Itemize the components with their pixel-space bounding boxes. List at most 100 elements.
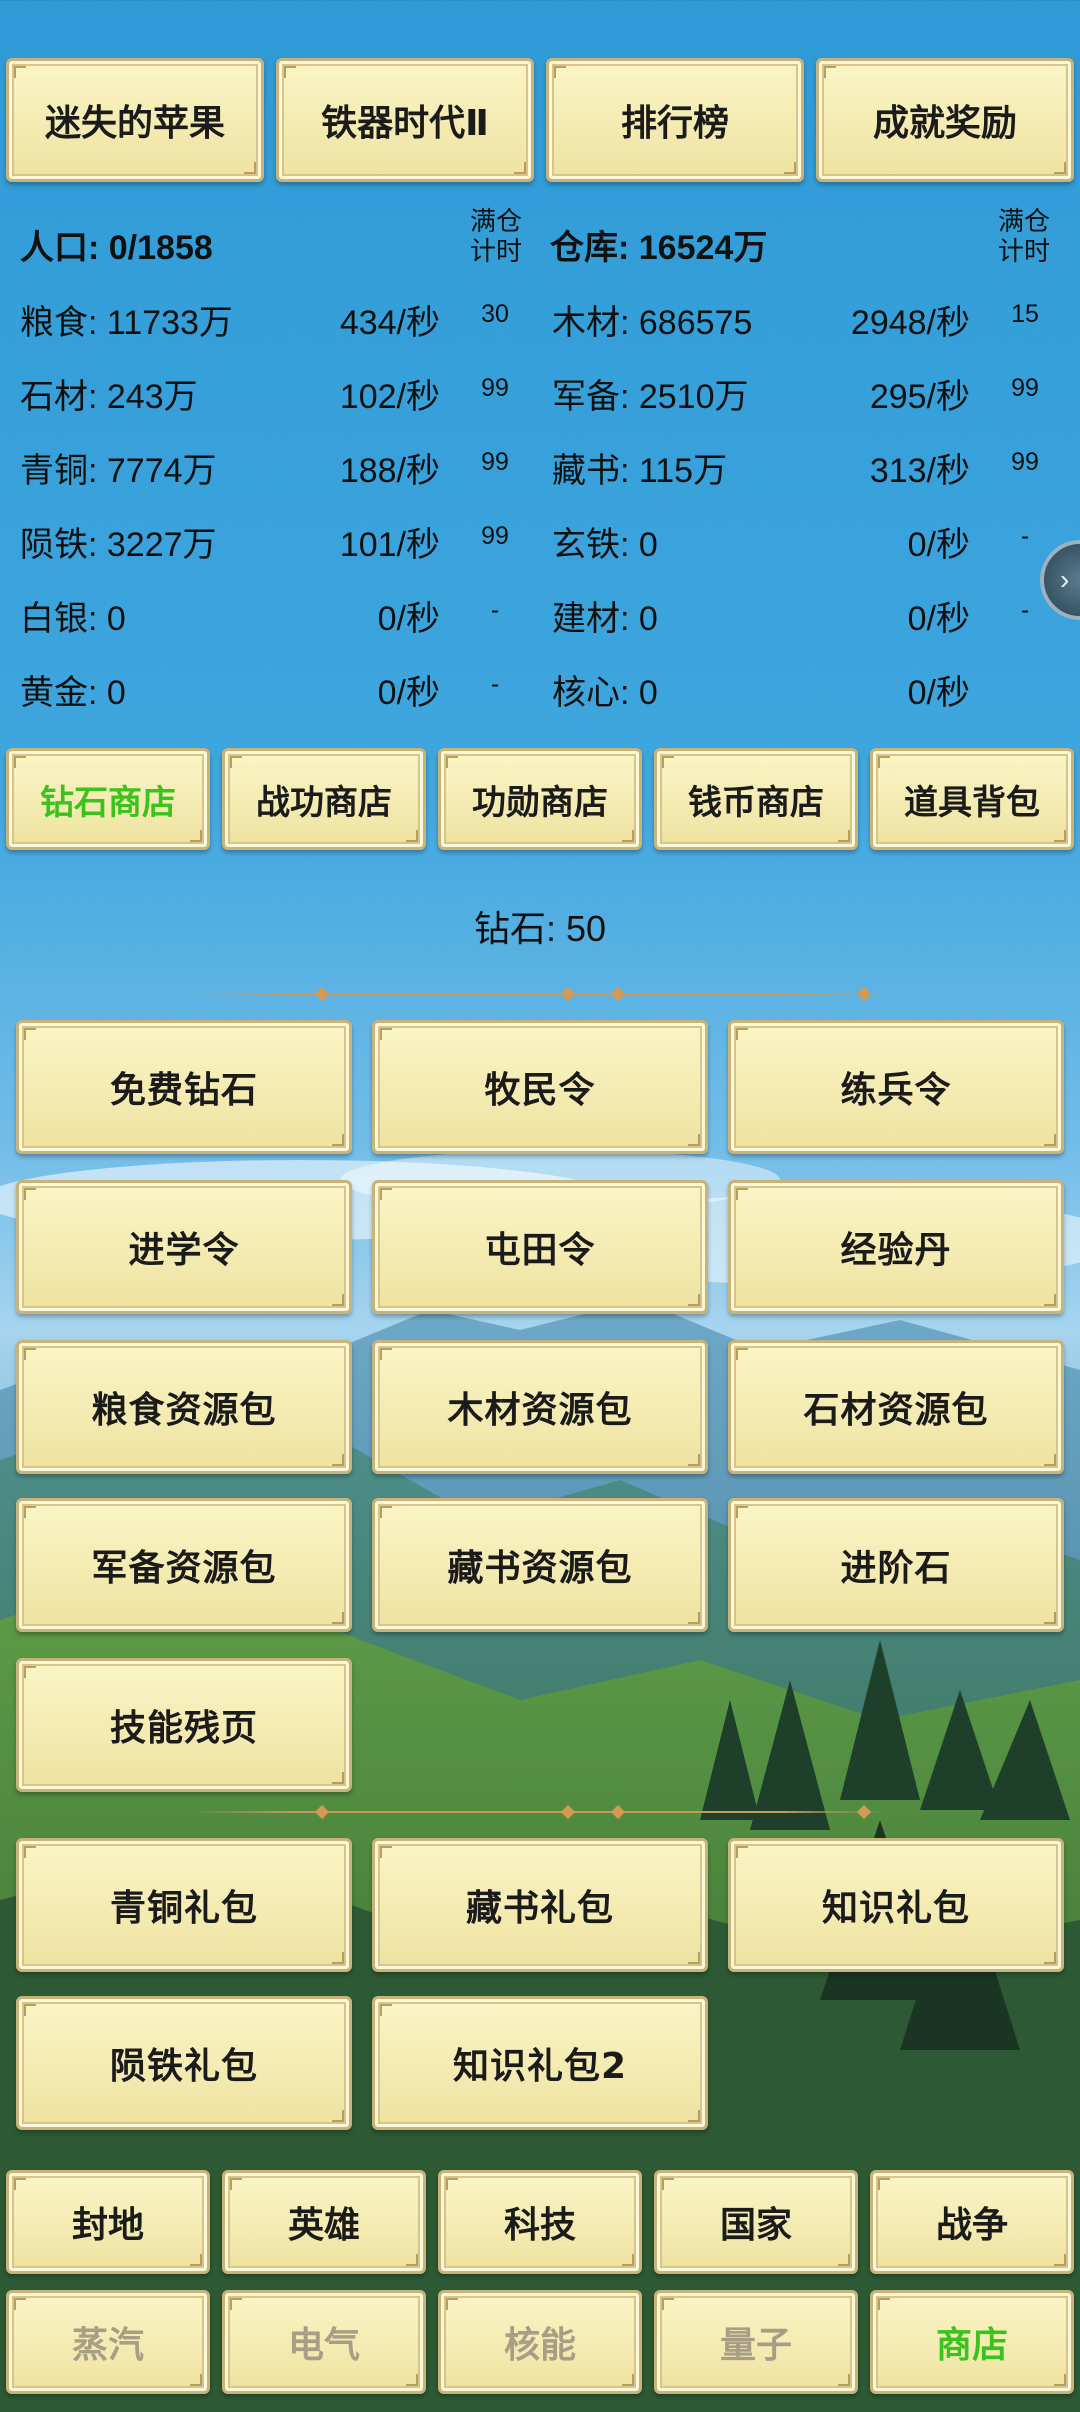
item-label: 粮食资源包 (91, 1390, 277, 1431)
resource-food: 粮食: 11733万 (20, 304, 233, 342)
item-skill-fragment[interactable]: 技能残页 (16, 1658, 352, 1792)
resource-stone-rate: 102/秒 (339, 378, 440, 416)
resource-armament-rate: 295/秒 (869, 378, 970, 416)
divider-ornament (560, 1804, 576, 1820)
resource-stone-timer: 99 (481, 374, 509, 402)
nav-label: 国家 (719, 2205, 792, 2246)
resource-books-timer: 99 (1011, 448, 1039, 476)
nav-label: 封地 (71, 2205, 144, 2246)
resource-dark-iron-rate: 0/秒 (907, 526, 970, 564)
tab-diamond-shop[interactable]: 钻石商店 (6, 748, 210, 850)
tab-diamond-shop-label: 钻石商店 (40, 782, 176, 823)
item-books-pack[interactable]: 藏书资源包 (372, 1498, 708, 1632)
gift-label: 知识礼包 (821, 1888, 970, 1929)
item-label: 免费钻石 (109, 1070, 258, 1111)
nav-steam[interactable]: 蒸汽 (6, 2290, 210, 2394)
resource-bronze: 青铜: 7774万 (20, 452, 217, 490)
nav-fief[interactable]: 封地 (6, 2170, 210, 2274)
tab-merit-shop-label: 战功商店 (256, 782, 392, 823)
item-label: 进阶石 (840, 1548, 952, 1589)
divider-ornament (610, 986, 626, 1002)
resource-armament-timer: 99 (1011, 374, 1039, 402)
item-food-pack[interactable]: 粮食资源包 (16, 1340, 352, 1474)
nav-war[interactable]: 战争 (870, 2170, 1074, 2274)
item-training-order[interactable]: 练兵令 (728, 1020, 1064, 1154)
gift-knowledge[interactable]: 知识礼包 (728, 1838, 1064, 1972)
item-farming-order[interactable]: 屯田令 (372, 1180, 708, 1314)
nav-shop[interactable]: 商店 (870, 2290, 1074, 2394)
resource-wood-timer: 15 (1011, 300, 1039, 328)
resource-silver-rate: 0/秒 (377, 600, 440, 638)
divider-ornament (314, 986, 330, 1002)
divider (190, 1811, 890, 1813)
item-advance-stone[interactable]: 进阶石 (728, 1498, 1064, 1632)
gift-meteoric-iron[interactable]: 陨铁礼包 (16, 1996, 352, 2130)
divider-ornament (856, 1804, 872, 1820)
nav-nation[interactable]: 国家 (654, 2170, 858, 2274)
nav-label: 科技 (503, 2205, 576, 2246)
divider-ornament (610, 1804, 626, 1820)
resource-meteoric-iron-rate: 101/秒 (339, 526, 440, 564)
item-herdsman-order[interactable]: 牧民令 (372, 1020, 708, 1154)
item-label: 牧民令 (484, 1070, 596, 1111)
item-stone-pack[interactable]: 石材资源包 (728, 1340, 1064, 1474)
tab-item-bag[interactable]: 道具背包 (870, 748, 1074, 850)
resource-building-material: 建材: 0 (552, 600, 658, 638)
gift-books[interactable]: 藏书礼包 (372, 1838, 708, 1972)
resource-armament: 军备: 2510万 (552, 378, 749, 416)
nav-label: 核能 (503, 2325, 576, 2366)
item-wood-pack[interactable]: 木材资源包 (372, 1340, 708, 1474)
item-label: 石材资源包 (803, 1390, 989, 1431)
resource-stone: 石材: 243万 (20, 378, 198, 416)
chevron-right-icon: › (1060, 564, 1070, 595)
resource-panel: 人口: 0/1858 满仓 计时 仓库: 16524万 满仓 计时 粮食: 11… (0, 0, 1080, 720)
resource-dark-iron-timer: - (1020, 522, 1030, 550)
resource-books: 藏书: 115万 (552, 452, 728, 490)
gift-label: 藏书礼包 (465, 1888, 614, 1929)
divider (190, 993, 890, 995)
tab-item-bag-label: 道具背包 (904, 782, 1040, 823)
divider-ornament (856, 986, 872, 1002)
tab-coin-shop[interactable]: 钱币商店 (654, 748, 858, 850)
gift-label: 青铜礼包 (109, 1888, 258, 1929)
resource-gold: 黄金: 0 (20, 674, 126, 712)
warehouse-label: 仓库: 16524万 (550, 229, 768, 267)
nav-label: 商店 (935, 2325, 1008, 2366)
resource-silver-timer: - (490, 596, 500, 624)
resource-wood-rate: 2948/秒 (850, 304, 970, 342)
gift-label: 陨铁礼包 (109, 2046, 258, 2087)
nav-electric[interactable]: 电气 (222, 2290, 426, 2394)
item-free-diamonds[interactable]: 免费钻石 (16, 1020, 352, 1154)
tab-merit-shop[interactable]: 战功商店 (222, 748, 426, 850)
resource-core: 核心: 0 (552, 674, 658, 712)
resource-food-rate: 434/秒 (339, 304, 440, 342)
nav-heroes[interactable]: 英雄 (222, 2170, 426, 2274)
resource-dark-iron: 玄铁: 0 (552, 526, 658, 564)
item-label: 进学令 (128, 1230, 240, 1271)
gift-knowledge-2[interactable]: 知识礼包2 (372, 1996, 708, 2130)
resource-bronze-timer: 99 (481, 448, 509, 476)
item-armament-pack[interactable]: 军备资源包 (16, 1498, 352, 1632)
item-label: 练兵令 (840, 1070, 952, 1111)
item-label: 军备资源包 (91, 1548, 277, 1589)
nav-nuclear[interactable]: 核能 (438, 2290, 642, 2394)
item-label: 木材资源包 (447, 1390, 633, 1431)
resource-meteoric-iron: 陨铁: 3227万 (20, 526, 217, 564)
nav-tech[interactable]: 科技 (438, 2170, 642, 2274)
resource-food-timer: 30 (481, 300, 509, 328)
resource-core-rate: 0/秒 (907, 674, 970, 712)
resource-gold-rate: 0/秒 (377, 674, 440, 712)
left-cap-timer-header: 满仓 计时 (469, 206, 522, 266)
divider-ornament (560, 986, 576, 1002)
resource-gold-timer: - (490, 670, 500, 698)
item-exp-pill[interactable]: 经验丹 (728, 1180, 1064, 1314)
gift-bronze[interactable]: 青铜礼包 (16, 1838, 352, 1972)
nav-label: 英雄 (287, 2205, 360, 2246)
tab-honor-shop-label: 功勋商店 (472, 782, 608, 823)
tab-honor-shop[interactable]: 功勋商店 (438, 748, 642, 850)
item-study-order[interactable]: 进学令 (16, 1180, 352, 1314)
resource-silver: 白银: 0 (20, 600, 126, 638)
nav-quantum[interactable]: 量子 (654, 2290, 858, 2394)
nav-label: 蒸汽 (71, 2325, 144, 2366)
gift-label: 知识礼包2 (452, 2046, 628, 2087)
